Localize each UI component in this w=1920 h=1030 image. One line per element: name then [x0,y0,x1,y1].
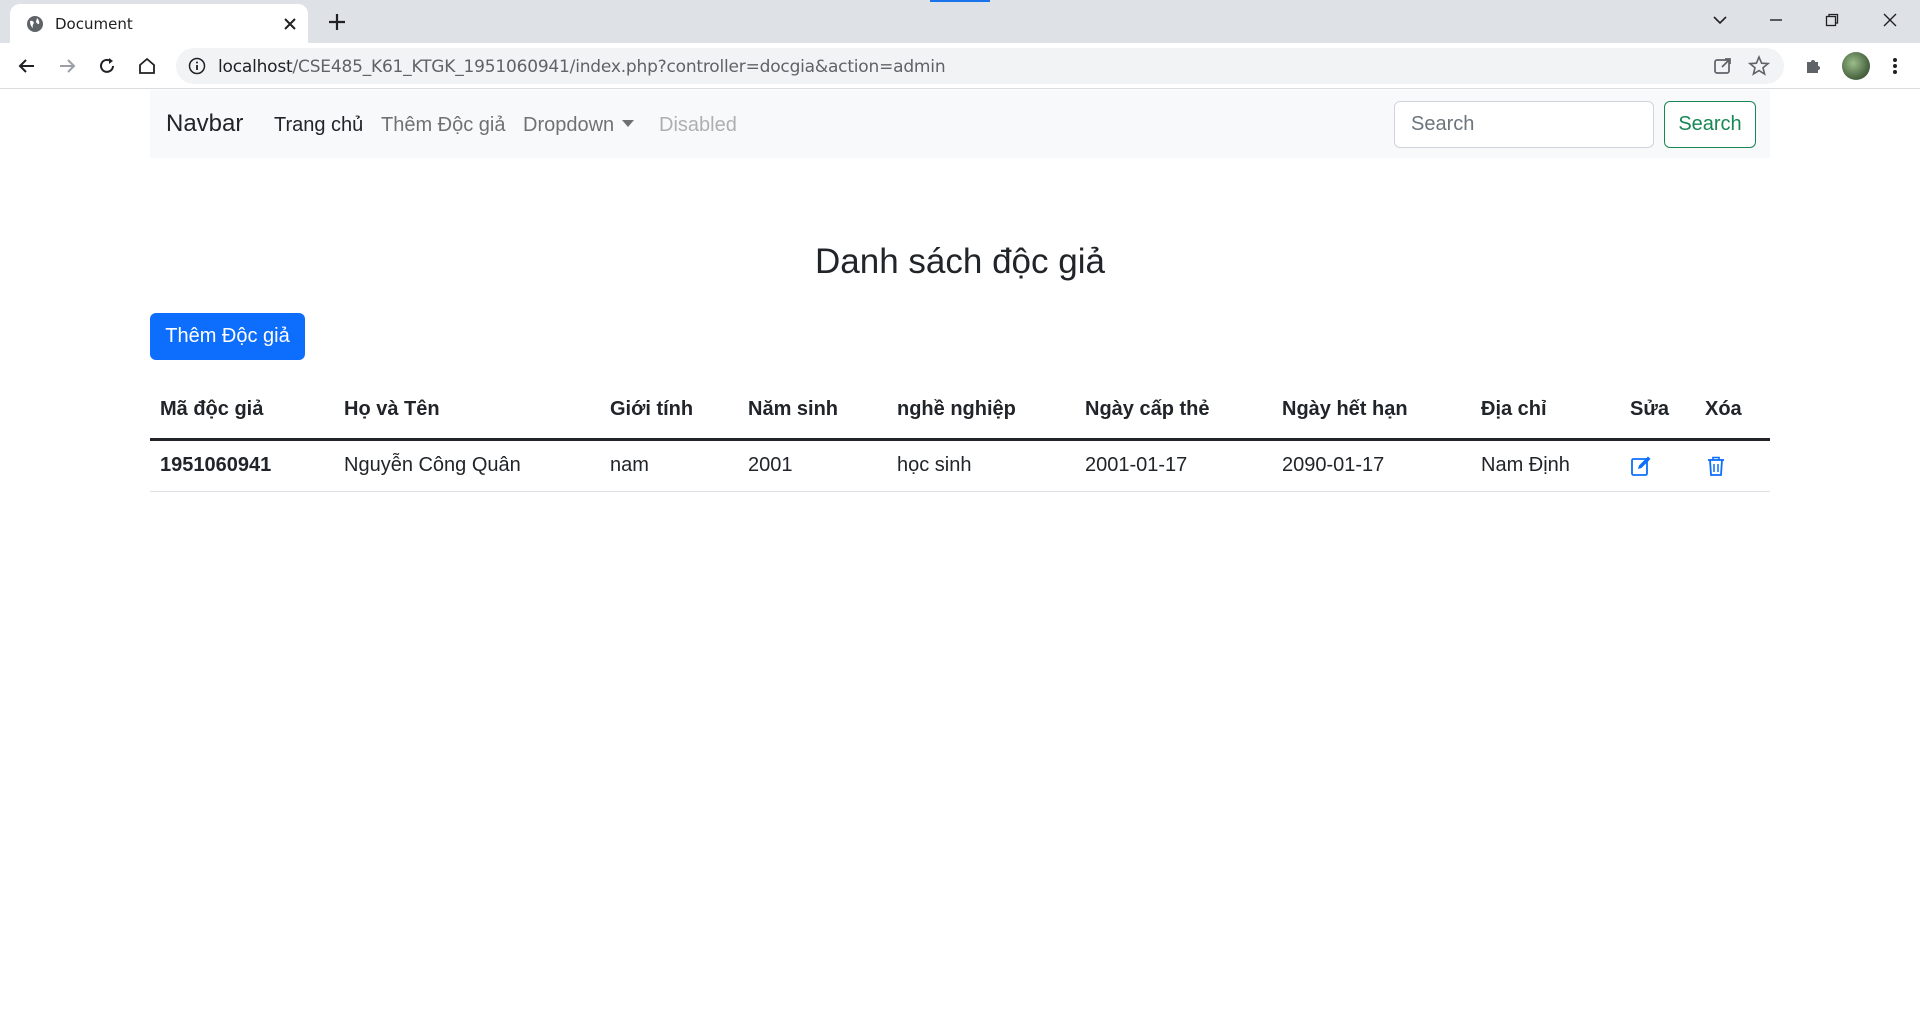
url-path: /CSE485_K61_KTGK_1951060941/index.php?co… [292,57,946,77]
table-header-row: Mã độc giả Họ và Tên Giới tính Năm sinh … [150,382,1770,441]
close-window-icon[interactable] [1862,0,1918,40]
header-birth-year: Năm sinh [738,382,887,441]
kebab-menu-icon[interactable] [1882,53,1908,79]
close-tab-icon[interactable] [282,16,298,32]
search-input[interactable] [1394,101,1654,148]
back-icon[interactable] [14,53,40,79]
nav-dropdown-label: Dropdown [523,114,615,136]
site-info-icon[interactable] [188,57,206,75]
url-text[interactable]: localhost/CSE485_K61_KTGK_1951060941/ind… [218,57,946,77]
cell-birth-year: 2001 [738,439,887,492]
url-host: localhost [218,57,293,77]
nav-link-add-reader[interactable]: Thêm Độc giả [381,114,506,137]
navbar: Navbar Trang chủ Thêm Độc giả Dropdown D… [150,90,1770,158]
tab-title: Document [55,15,133,33]
trash-icon[interactable] [1705,455,1727,477]
reload-icon[interactable] [94,53,120,79]
cell-full-name: Nguyễn Công Quân [334,439,600,492]
cell-address: Nam Định [1471,439,1620,492]
table-row: 1951060941 Nguyễn Công Quân nam 2001 học… [150,439,1770,492]
cell-issue-date: 2001-01-17 [1075,439,1272,492]
header-address: Địa chỉ [1471,382,1620,441]
tabstrip-indicator [930,0,990,2]
cell-job: học sinh [887,439,1075,492]
header-expiry-date: Ngày hết hạn [1272,382,1471,441]
extensions-icon[interactable] [1800,53,1826,79]
cell-reader-id: 1951060941 [150,439,334,492]
header-full-name: Họ và Tên [334,382,600,441]
browser-tab[interactable]: Document [10,4,308,43]
bookmark-star-icon[interactable] [1748,55,1770,77]
nav-dropdown-toggle[interactable]: Dropdown [523,114,635,137]
header-reader-id: Mã độc giả [150,382,334,441]
browser-tabstrip: Document [0,0,1920,43]
home-icon[interactable] [134,53,160,79]
header-job: nghề nghiệp [887,382,1075,441]
caret-down-icon [622,120,635,127]
share-icon[interactable] [1712,55,1734,77]
page-content: Navbar Trang chủ Thêm Độc giả Dropdown D… [0,90,1920,1030]
tab-search-icon[interactable] [1692,0,1748,40]
globe-icon [27,16,43,32]
header-gender: Giới tính [600,382,738,441]
add-reader-button[interactable]: Thêm Độc giả [150,313,305,360]
navbar-brand[interactable]: Navbar [166,110,243,138]
forward-icon[interactable] [54,53,80,79]
header-issue-date: Ngày cấp thẻ [1075,382,1272,441]
profile-avatar[interactable] [1842,52,1870,80]
new-tab-icon[interactable] [325,10,349,34]
page-title: Danh sách độc giả [815,242,1105,281]
header-delete: Xóa [1695,382,1770,441]
edit-icon[interactable] [1630,455,1652,477]
address-bar[interactable]: localhost/CSE485_K61_KTGK_1951060941/ind… [176,48,1784,84]
cell-gender: nam [600,439,738,492]
cell-delete [1695,439,1770,492]
readers-table: Mã độc giả Họ và Tên Giới tính Năm sinh … [150,382,1770,492]
restore-icon[interactable] [1804,0,1860,40]
minimize-icon[interactable] [1748,0,1804,40]
browser-toolbar: localhost/CSE485_K61_KTGK_1951060941/ind… [0,43,1920,89]
header-edit: Sửa [1620,382,1695,441]
search-button[interactable]: Search [1664,101,1756,148]
cell-edit [1620,439,1695,492]
nav-link-disabled: Disabled [659,114,737,136]
nav-link-home[interactable]: Trang chủ [274,114,363,137]
cell-expiry-date: 2090-01-17 [1272,439,1471,492]
